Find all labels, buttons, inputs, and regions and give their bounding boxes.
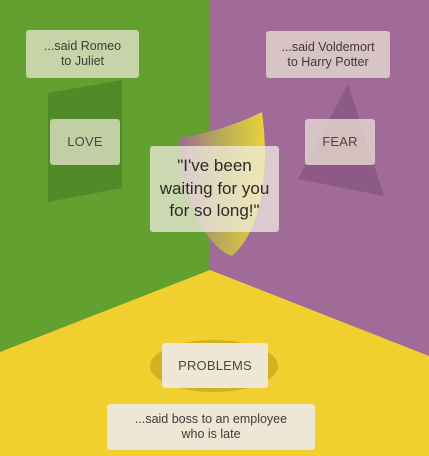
problems-label: PROBLEMS — [162, 343, 268, 388]
love-label: LOVE — [50, 119, 120, 165]
problems-said-box: ...said boss to an employee who is late — [107, 404, 315, 450]
fear-said-line-1: ...said Voldemort — [281, 39, 375, 54]
center-quote-box: "I've been waiting for you for so long!" — [150, 146, 279, 232]
fear-said-box: ...said Voldemort to Harry Potter — [266, 31, 390, 78]
problems-said-line-1: ...said boss to an employee — [134, 412, 288, 426]
love-said-box: ...said Romeo to Juliet — [26, 30, 139, 78]
fear-said-line-2: to Harry Potter — [287, 54, 369, 69]
quote-line-1: "I've been — [177, 156, 252, 176]
problems-said-line-2: who is late — [181, 427, 241, 441]
love-said-line-2: to Juliet — [60, 54, 105, 68]
quote-line-2: waiting for you — [159, 178, 270, 198]
love-said-line-1: ...said Romeo — [43, 39, 122, 53]
fear-label: FEAR — [305, 119, 375, 165]
quote-line-3: for so long!" — [169, 201, 260, 221]
